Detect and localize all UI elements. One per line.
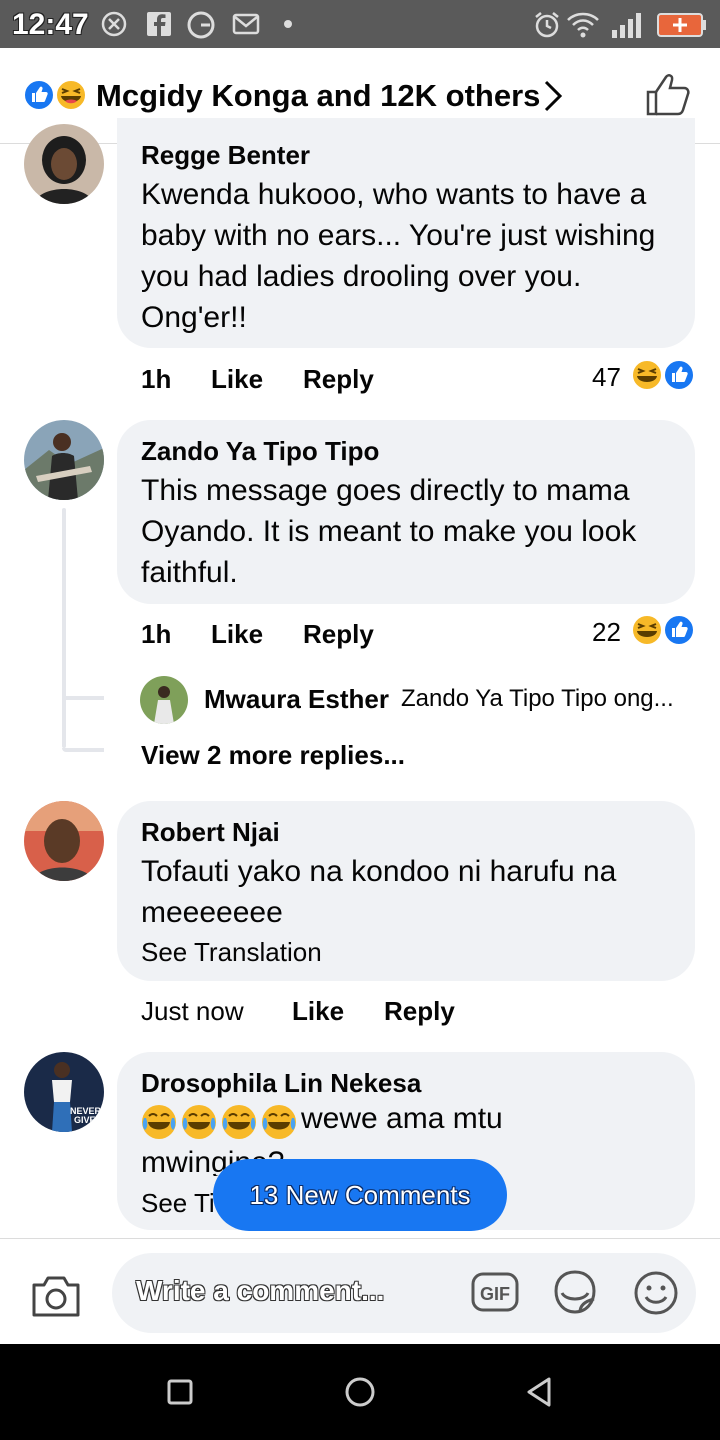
comment-reaction-icons[interactable] bbox=[630, 358, 700, 392]
comment-author[interactable]: Robert Njai bbox=[141, 817, 280, 848]
see-translation-link[interactable]: See Translation bbox=[141, 937, 322, 968]
haha-reaction-icon bbox=[631, 359, 663, 391]
dot-icon bbox=[284, 20, 292, 28]
comment-input-placeholder[interactable]: Write a comment... bbox=[136, 1275, 384, 1307]
svg-text:GIVE: GIVE bbox=[74, 1115, 96, 1125]
emoji-icon[interactable] bbox=[632, 1269, 680, 1317]
status-time: 12:47 bbox=[12, 8, 89, 41]
reply-button[interactable]: Reply bbox=[303, 619, 374, 650]
gif-icon[interactable]: GIF bbox=[470, 1269, 520, 1315]
avatar-mwaura-esther[interactable] bbox=[140, 676, 188, 724]
comment-input[interactable]: Write a comment... GIF bbox=[112, 1253, 696, 1333]
battery-charging-icon bbox=[657, 13, 706, 37]
comment-bubble[interactable]: Zando Ya Tipo Tipo This message goes dir… bbox=[117, 420, 695, 604]
chevron-right-icon[interactable] bbox=[540, 78, 566, 114]
alarm-icon bbox=[535, 12, 559, 38]
comment-composer: Write a comment... GIF bbox=[0, 1238, 720, 1344]
reply-author[interactable]: Mwaura Esther bbox=[204, 684, 389, 715]
comment-text-line: wewe ama mtu bbox=[141, 1100, 681, 1144]
system-nav-bar bbox=[0, 1344, 720, 1440]
recents-square-icon[interactable] bbox=[166, 1374, 194, 1410]
gmail-icon bbox=[232, 13, 260, 35]
comment-time[interactable]: Just now bbox=[141, 996, 244, 1027]
back-triangle-icon[interactable] bbox=[524, 1374, 554, 1410]
svg-text:GIF: GIF bbox=[480, 1284, 510, 1304]
thread-line bbox=[62, 748, 104, 752]
comment-time[interactable]: 1h bbox=[141, 619, 171, 650]
comment-text: wewe ama mtu bbox=[301, 1102, 503, 1135]
see-translation-link[interactable]: See Ti bbox=[141, 1188, 215, 1219]
comment-reaction-icons[interactable] bbox=[630, 613, 700, 647]
comment-text: Tofauti yako na kondoo ni harufu na meee… bbox=[141, 855, 617, 929]
comment-text: This message goes directly to mama Oyand… bbox=[141, 474, 637, 589]
reaction-icons bbox=[23, 79, 87, 111]
comment-author[interactable]: Drosophila Lin Nekesa bbox=[141, 1068, 421, 1099]
thread-line bbox=[62, 696, 104, 700]
like-button[interactable]: Like bbox=[211, 619, 263, 650]
comment-author[interactable]: Regge Benter bbox=[141, 140, 310, 171]
comment-text: Kwenda hukooo, who wants to have a baby … bbox=[141, 178, 656, 334]
wifi-icon bbox=[567, 12, 599, 38]
reply-button[interactable]: Reply bbox=[384, 996, 455, 1027]
camera-icon[interactable] bbox=[30, 1273, 82, 1319]
like-reaction-icon bbox=[23, 79, 55, 111]
avatar-zando-ya-tipo-tipo[interactable] bbox=[24, 420, 104, 500]
reaction-count[interactable]: 47 bbox=[592, 362, 621, 393]
google-icon bbox=[187, 11, 215, 39]
thread-line bbox=[62, 508, 66, 748]
haha-reaction-icon bbox=[631, 614, 663, 646]
comment-bubble[interactable]: Robert Njai Tofauti yako na kondoo ni ha… bbox=[117, 801, 695, 981]
view-more-replies-link[interactable]: View 2 more replies... bbox=[141, 740, 405, 771]
like-reaction-icon bbox=[663, 614, 695, 646]
avatar-regge-benter[interactable] bbox=[24, 124, 104, 204]
like-reaction-icon bbox=[663, 359, 695, 391]
reply-text: Zando Ya Tipo Tipo ong... bbox=[401, 685, 674, 712]
home-circle-icon[interactable] bbox=[344, 1374, 376, 1410]
haha-reaction-icon bbox=[55, 79, 87, 111]
avatar-robert-njai[interactable] bbox=[24, 801, 104, 881]
comment-bubble[interactable]: Regge Benter Kwenda hukooo, who wants to… bbox=[117, 118, 695, 348]
avatar-drosophila-lin-nekesa[interactable]: NEVER GIVE bbox=[24, 1052, 104, 1132]
reaction-count[interactable]: 22 bbox=[592, 617, 621, 648]
reactions-summary[interactable]: Mcgidy Konga and 12K others bbox=[96, 78, 540, 114]
comment-time[interactable]: 1h bbox=[141, 364, 171, 395]
close-circle-icon bbox=[101, 11, 127, 37]
comment-author[interactable]: Zando Ya Tipo Tipo bbox=[141, 436, 379, 467]
like-button[interactable]: Like bbox=[292, 996, 344, 1027]
like-button[interactable]: Like bbox=[211, 364, 263, 395]
status-bar: 12:47 bbox=[0, 0, 720, 48]
new-comments-button[interactable]: 13 New Comments bbox=[213, 1159, 507, 1231]
facebook-icon bbox=[147, 12, 171, 36]
sticker-icon[interactable] bbox=[550, 1267, 600, 1317]
crying-laughing-emoji-icon bbox=[142, 1105, 296, 1139]
thumbs-up-outline-icon[interactable] bbox=[644, 72, 692, 118]
reply-preview[interactable]: Mwaura Esther Zando Ya Tipo Tipo ong... bbox=[140, 676, 700, 724]
signal-icon bbox=[612, 13, 641, 38]
reply-button[interactable]: Reply bbox=[303, 364, 374, 395]
